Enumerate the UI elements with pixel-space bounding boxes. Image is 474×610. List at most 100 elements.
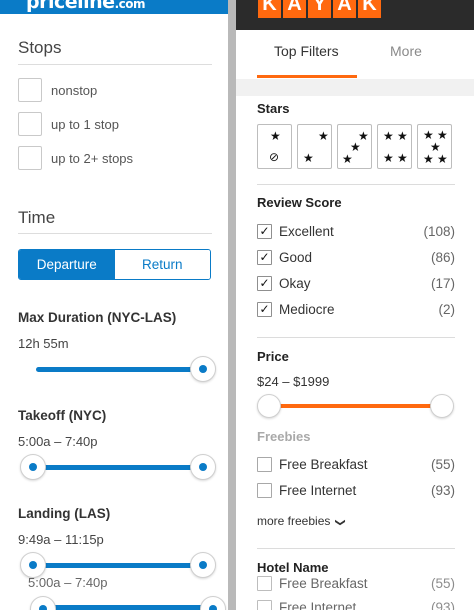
checkbox-checked[interactable]: ✓ (257, 275, 272, 291)
max-duration-slider-handle[interactable] (190, 356, 216, 382)
active-tab-indicator (257, 75, 357, 78)
freebie-option-count: (93) (430, 482, 455, 498)
stars-4-button[interactable]: ★ ★ ★ ★ (377, 124, 412, 169)
more-freebies-label: more freebies (257, 514, 331, 528)
price-slider-track[interactable] (269, 404, 444, 408)
stops-option-label: up to 2+ stops (51, 150, 134, 166)
tab-more[interactable]: More (390, 43, 422, 59)
ghost-freebie-internet: Free Internet (93) (257, 598, 455, 610)
stars-5-button[interactable]: ★ ★ ★ ★ ★ (417, 124, 452, 169)
price-slider-max-handle[interactable] (430, 394, 454, 418)
ghost-freebie-breakfast: Free Breakfast (55) (257, 574, 455, 592)
more-freebies-link[interactable]: more freebies ❯ (257, 514, 346, 528)
divider (18, 64, 212, 65)
freebie-option-label: Free Breakfast (279, 575, 368, 591)
checkbox[interactable] (18, 112, 42, 136)
star-icon: ★ (423, 152, 434, 166)
stars-2-button[interactable]: ★ ★ (297, 124, 332, 169)
time-heading: Time (18, 208, 56, 227)
departure-return-toggle: Departure Return (18, 249, 211, 280)
star-icon: ★ (342, 152, 353, 166)
price-slider-min-handle[interactable] (257, 394, 281, 418)
divider (257, 184, 455, 185)
freebie-option-label: Free Breakfast (279, 456, 368, 472)
freebie-option-internet[interactable]: Free Internet (93) (257, 481, 455, 499)
star-icon: ★ (303, 151, 314, 165)
ghost-takeoff-value: 5:00a – 7:40p (28, 575, 108, 590)
review-option-mediocre[interactable]: ✓ Mediocre (2) (257, 300, 455, 318)
review-option-label: Mediocre (279, 301, 335, 317)
kayak-logo-letter: K (358, 0, 381, 18)
max-duration-label: Max Duration (NYC-LAS) (18, 310, 177, 325)
freebie-option-breakfast[interactable]: Free Breakfast (55) (257, 455, 455, 473)
review-option-count: (2) (438, 301, 456, 317)
departure-tab[interactable]: Departure (19, 250, 115, 279)
review-option-label: Okay (279, 275, 311, 291)
takeoff-slider-track[interactable] (34, 465, 202, 470)
review-option-excellent[interactable]: ✓ Excellent (108) (257, 222, 455, 240)
freebies-heading: Freebies (257, 429, 311, 444)
freebie-option-label: Free Internet (279, 599, 357, 610)
stars-3-button[interactable]: ★ ★ ★ (337, 124, 372, 169)
star-icon: ★ (383, 129, 394, 143)
landing-label: Landing (LAS) (18, 506, 111, 521)
star-icon: ★ (437, 152, 448, 166)
priceline-header: priceline.com (0, 0, 228, 14)
freebie-option-count: (93) (430, 599, 455, 610)
star-icon: ★ (383, 151, 394, 165)
review-option-label: Good (279, 249, 313, 265)
stops-option-2-stops[interactable]: up to 2+ stops (18, 146, 133, 170)
no-star-icon: ⊘ (269, 150, 280, 164)
stars-1-button[interactable]: ★ ⊘ (257, 124, 292, 169)
kayak-logo-letter: Y (308, 0, 331, 18)
freebie-option-count: (55) (430, 456, 455, 472)
tab-top-filters[interactable]: Top Filters (274, 43, 339, 59)
kayak-logo-letter: K (258, 0, 281, 18)
hotel-name-heading: Hotel Name (257, 560, 329, 575)
review-option-count: (86) (430, 249, 455, 265)
review-score-heading: Review Score (257, 195, 342, 210)
checkbox[interactable] (18, 146, 42, 170)
takeoff-label: Takeoff (NYC) (18, 408, 107, 423)
stars-heading: Stars (257, 101, 290, 116)
tab-shadow (236, 79, 474, 96)
review-option-label: Excellent (279, 223, 334, 239)
checkbox[interactable] (257, 456, 272, 472)
review-option-count: (17) (430, 275, 455, 291)
stops-heading: Stops (18, 38, 62, 57)
price-range-value: $24 – $1999 (257, 374, 330, 389)
return-tab[interactable]: Return (114, 250, 210, 279)
divider (257, 337, 455, 338)
checkbox[interactable] (18, 78, 42, 102)
ghost-slider-max-handle (200, 596, 226, 610)
star-icon: ★ (270, 129, 281, 143)
price-heading: Price (257, 349, 289, 364)
checkbox (257, 599, 272, 610)
review-option-okay[interactable]: ✓ Okay (17) (257, 274, 455, 292)
star-icon: ★ (397, 129, 408, 143)
takeoff-slider-min-handle[interactable] (20, 454, 46, 480)
freebie-option-count: (55) (430, 575, 455, 591)
ghost-slider-min-handle (30, 596, 56, 610)
checkbox[interactable] (257, 482, 272, 498)
checkbox-checked[interactable]: ✓ (257, 301, 272, 317)
takeoff-slider-max-handle[interactable] (190, 454, 216, 480)
stops-option-nonstop[interactable]: nonstop (18, 78, 97, 102)
stops-option-1-stop[interactable]: up to 1 stop (18, 112, 119, 136)
panel-divider (228, 0, 236, 610)
freebie-option-label: Free Internet (279, 482, 357, 498)
kayak-logo-letter: A (283, 0, 306, 18)
priceline-logo: priceline.com (26, 0, 146, 13)
kayak-logo-letter: A (333, 0, 356, 18)
review-option-good[interactable]: ✓ Good (86) (257, 248, 455, 266)
checkbox-checked[interactable]: ✓ (257, 249, 272, 265)
checkbox-checked[interactable]: ✓ (257, 223, 272, 239)
kayak-filter-panel: K A Y A K Top Filters More Stars ★ ⊘ ★ ★… (236, 0, 474, 610)
max-duration-slider-track[interactable] (36, 367, 200, 372)
star-icon: ★ (397, 151, 408, 165)
chevron-down-icon: ❯ (334, 518, 346, 527)
star-icon: ★ (318, 129, 329, 143)
landing-slider-max-handle[interactable] (190, 552, 216, 578)
divider (18, 233, 212, 234)
landing-slider-track[interactable] (34, 563, 202, 568)
